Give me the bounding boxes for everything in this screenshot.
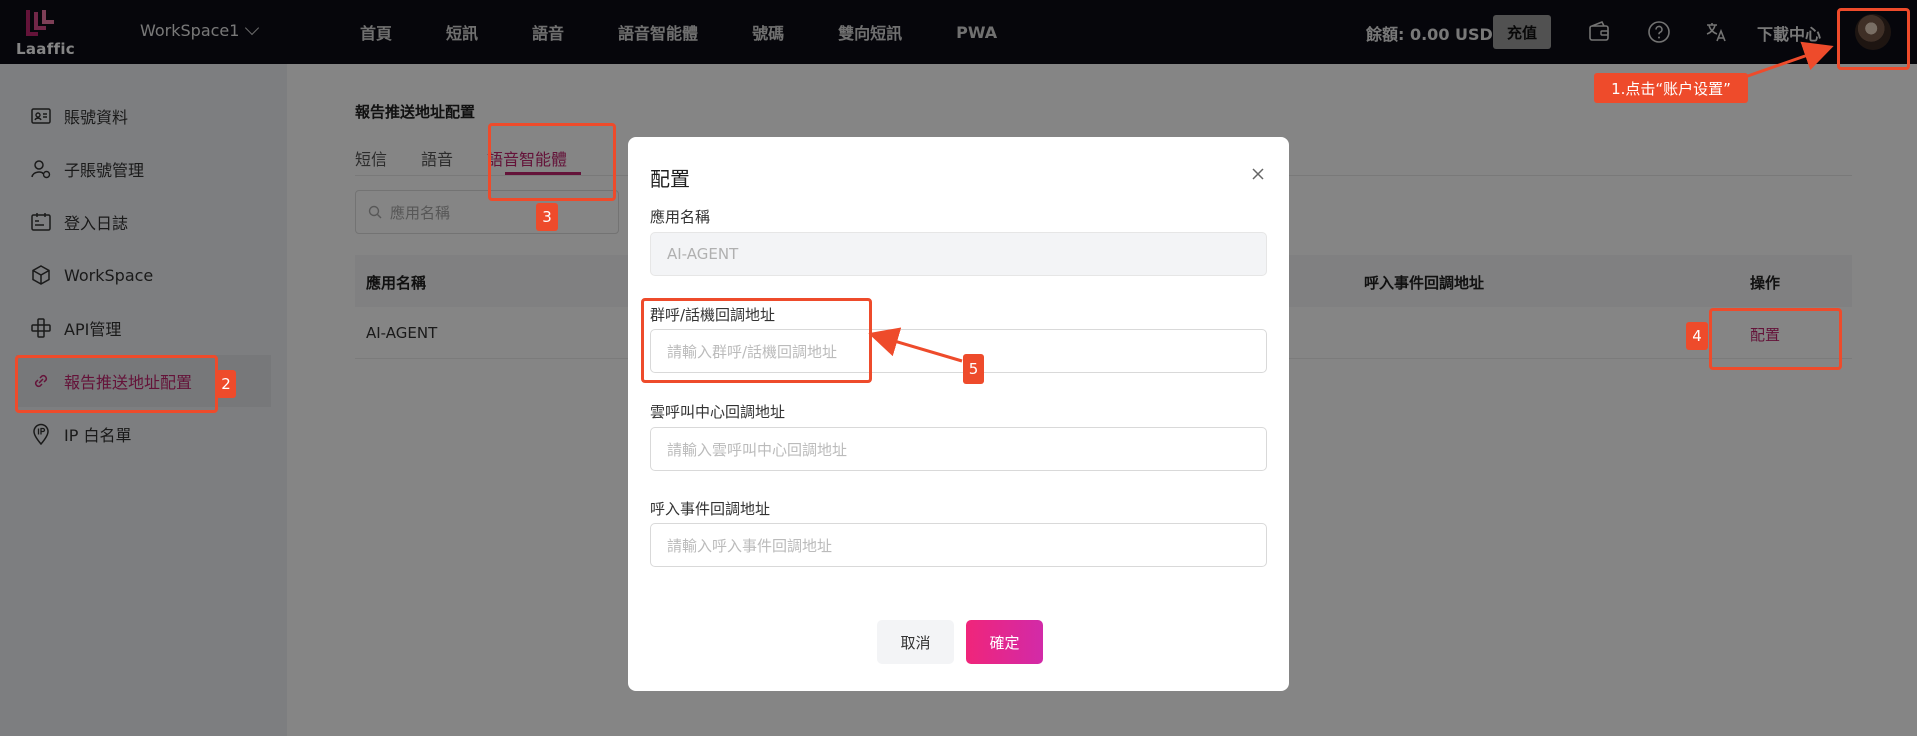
cancel-button[interactable]: 取消	[877, 620, 954, 664]
annotation-box-field	[641, 298, 872, 383]
annotation-box-tab	[488, 123, 616, 201]
annotation-step-4: 4	[1686, 322, 1708, 350]
annotation-box-configure	[1709, 308, 1842, 370]
annotation-step-5: 5	[963, 354, 984, 384]
placeholder: 請輸入呼入事件回調地址	[667, 536, 833, 555]
config-dialog: 配置 應用名稱 AI-AGENT 群呼/話機回調地址 請輸入群呼/話機回調地址 …	[628, 137, 1289, 691]
annotation-box-sidebar	[15, 355, 218, 413]
app-name-value: AI-AGENT	[667, 245, 739, 263]
cloud-call-center-callback-label: 雲呼叫中心回調地址	[650, 403, 786, 421]
annotation-step-2: 2	[216, 370, 236, 398]
confirm-button[interactable]: 確定	[966, 620, 1043, 664]
annotation-step-3: 3	[536, 203, 558, 231]
placeholder: 請輸入雲呼叫中心回調地址	[667, 440, 848, 459]
app-name-label: 應用名稱	[650, 208, 711, 226]
annotation-step-1: 1.点击“账户设置”	[1594, 73, 1748, 103]
dialog-title: 配置	[650, 167, 690, 191]
app-name-field: AI-AGENT	[650, 232, 1267, 276]
inbound-event-callback-label: 呼入事件回調地址	[650, 500, 771, 518]
inbound-event-callback-input[interactable]: 請輸入呼入事件回調地址	[650, 523, 1267, 567]
cloud-call-center-callback-input[interactable]: 請輸入雲呼叫中心回調地址	[650, 427, 1267, 471]
annotation-box-avatar	[1837, 8, 1910, 70]
close-icon[interactable]	[1249, 165, 1267, 183]
